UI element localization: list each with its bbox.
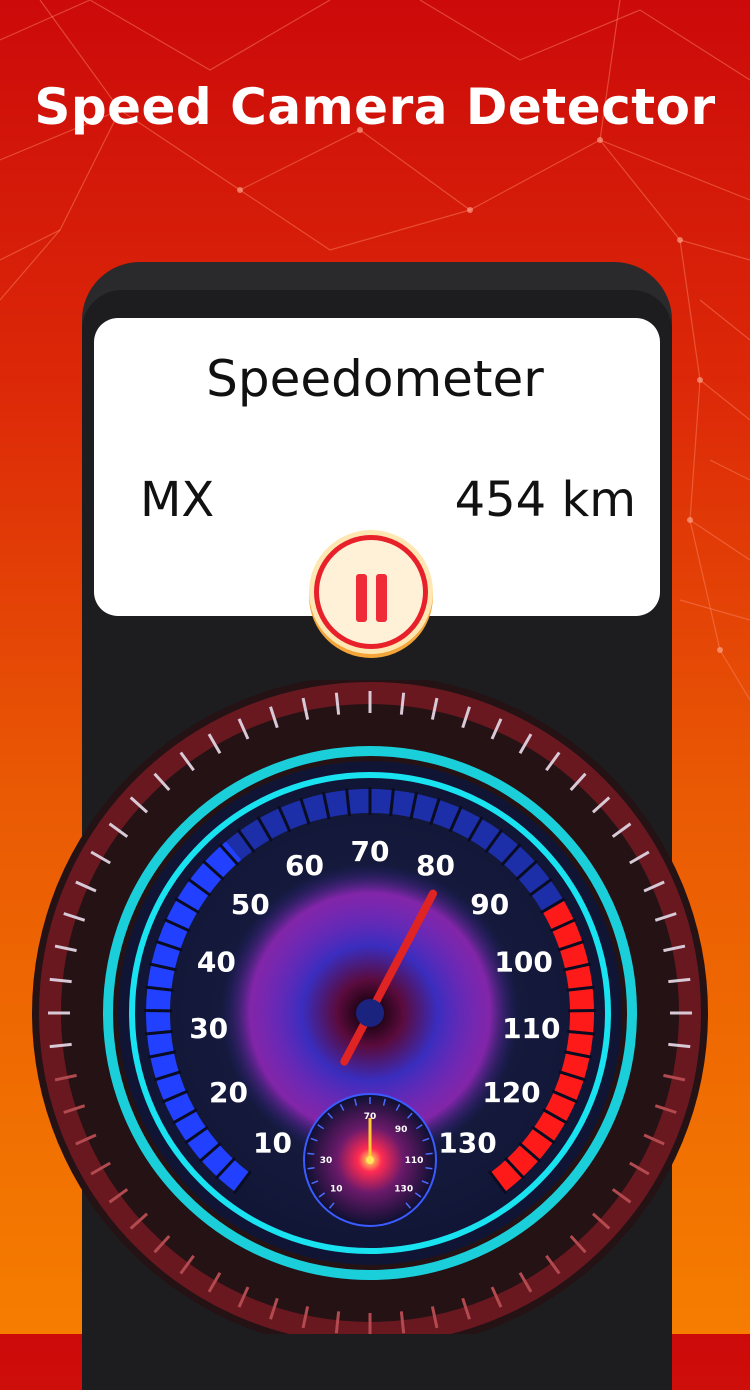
mini-tick: [425, 1168, 432, 1169]
distance-value: 454 km: [455, 472, 636, 528]
pause-button[interactable]: [309, 530, 433, 654]
mini-tick: [308, 1168, 315, 1169]
mini-label-130: 130: [394, 1184, 413, 1194]
needle-hub: [356, 999, 384, 1027]
mini-label-10: 10: [330, 1184, 343, 1194]
tick-label-120: 120: [482, 1076, 540, 1109]
tick-label-20: 20: [209, 1076, 248, 1109]
tick-label-40: 40: [197, 946, 236, 979]
tick-label-60: 60: [285, 849, 324, 882]
tick-label-50: 50: [231, 888, 270, 921]
tick-label-130: 130: [438, 1126, 496, 1159]
pause-bar-left: [356, 574, 367, 622]
mini-tick: [426, 1153, 433, 1154]
tick-label-10: 10: [253, 1126, 292, 1159]
tick-label-70: 70: [351, 835, 390, 868]
tick-label-110: 110: [502, 1012, 560, 1045]
tick-label-80: 80: [416, 849, 455, 882]
pause-bar-right: [376, 574, 387, 622]
mini-label-30: 30: [320, 1156, 333, 1166]
pause-icon: [314, 535, 428, 649]
mini-label-110: 110: [405, 1156, 424, 1166]
mini-tick: [307, 1153, 314, 1154]
max-label: MX: [140, 472, 214, 528]
mini-label-90: 90: [395, 1125, 408, 1135]
tick-label-30: 30: [189, 1012, 228, 1045]
card-title: Speedometer: [0, 350, 750, 408]
speedometer-gauge: 102030405060708090100110120130 103070901…: [0, 680, 750, 1334]
app-headline: Speed Camera Detector: [0, 78, 750, 136]
tick-label-100: 100: [494, 946, 552, 979]
tick-label-90: 90: [470, 888, 509, 921]
mini-gauge-hub: [366, 1156, 374, 1164]
